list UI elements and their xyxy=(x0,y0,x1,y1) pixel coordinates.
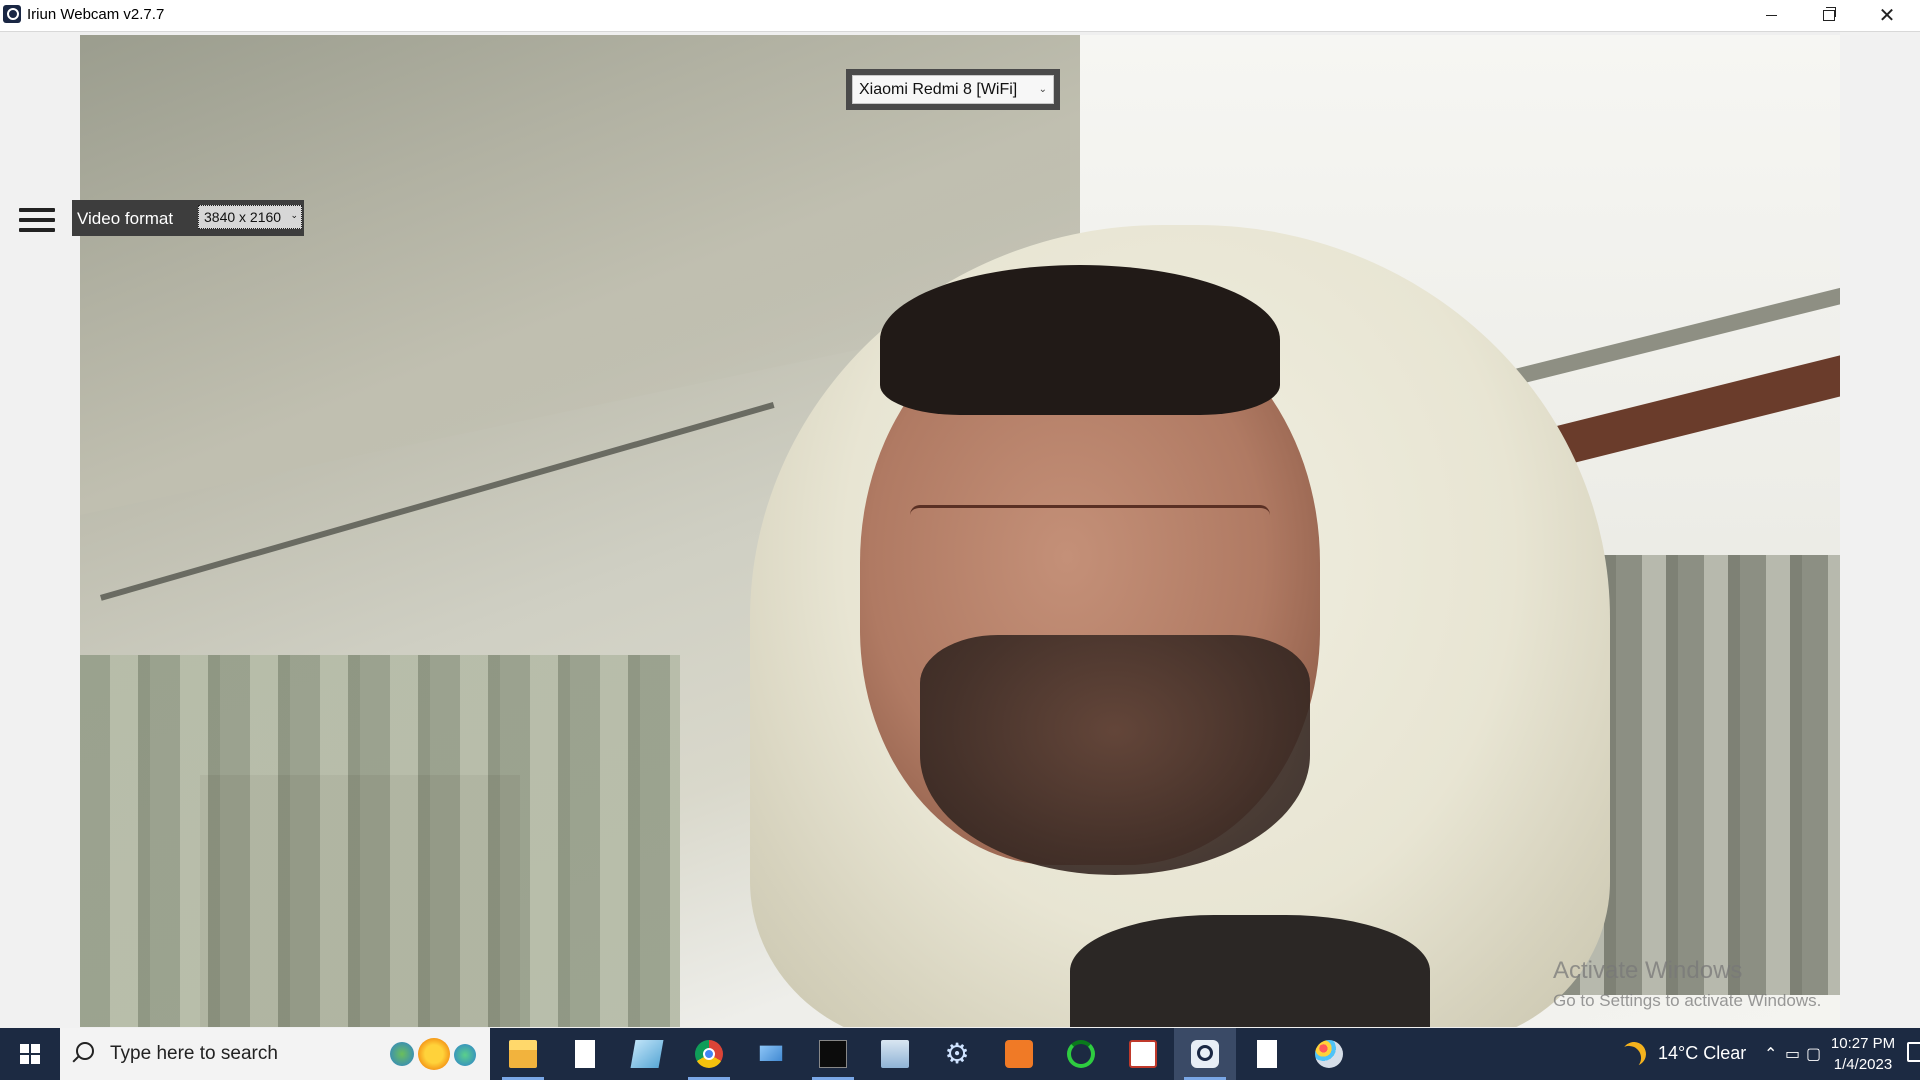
search-placeholder: Type here to search xyxy=(110,1043,278,1064)
globe-icon xyxy=(390,1042,414,1066)
watermark-title: Activate Windows xyxy=(1553,957,1743,984)
hamburger-line xyxy=(19,208,55,212)
windows-logo-icon xyxy=(20,1044,40,1064)
remote-desktop-icon xyxy=(759,1045,783,1061)
search-highlight-widget[interactable] xyxy=(390,1038,482,1070)
kate-button[interactable] xyxy=(1112,1028,1174,1080)
video-format-dropdown[interactable]: 3840 x 2160 ⌄ xyxy=(198,205,302,229)
window-title: Iriun Webcam v2.7.7 xyxy=(27,6,165,23)
device-selector: Xiaomi Redmi 8 [WiFi] ⌄ xyxy=(846,69,1060,110)
search-icon xyxy=(76,1042,94,1060)
left-margin xyxy=(0,32,80,1028)
system-tray: 14°C Clear ⌃ ▭ ▢ 10:27 PM 1/4/2023 1 xyxy=(1500,1028,1920,1080)
notepad-icon xyxy=(630,1040,664,1068)
weather-text[interactable]: 14°C Clear xyxy=(1658,1043,1746,1064)
preview-beard xyxy=(920,635,1310,875)
restore-icon xyxy=(1823,7,1836,21)
network-icon[interactable]: ▢ xyxy=(1806,1044,1821,1063)
preview-hair xyxy=(880,265,1280,415)
video-format-panel: Video format 3840 x 2160 ⌄ xyxy=(72,200,304,236)
blank-document-icon xyxy=(1257,1040,1277,1068)
taskbar-search[interactable]: Type here to search xyxy=(60,1028,490,1080)
title-bar: Iriun Webcam v2.7.7 ✕ xyxy=(0,0,1920,32)
clock-time: 10:27 PM xyxy=(1830,1035,1896,1052)
preview-shirt xyxy=(1070,915,1430,1027)
paint-button[interactable] xyxy=(1298,1028,1360,1080)
iriun-webcam-button[interactable] xyxy=(1174,1028,1236,1080)
terminal-button[interactable] xyxy=(802,1028,864,1080)
refresh-app-button[interactable] xyxy=(1050,1028,1112,1080)
moon-weather-icon[interactable] xyxy=(1619,1039,1650,1070)
kate-icon xyxy=(1129,1040,1157,1068)
file-explorer-icon xyxy=(509,1040,537,1068)
paint-icon xyxy=(1315,1040,1343,1068)
file-explorer-button[interactable] xyxy=(492,1028,554,1080)
settings-window-icon xyxy=(881,1040,909,1068)
clock[interactable]: 10:27 PM 1/4/2023 xyxy=(1828,1033,1898,1075)
wps-pdf-icon xyxy=(1005,1040,1033,1068)
hamburger-line xyxy=(19,228,55,232)
chevron-up-icon[interactable]: ⌃ xyxy=(1764,1044,1777,1063)
chrome-button[interactable] xyxy=(678,1028,740,1080)
activation-watermark: Activate Windows Go to Settings to activ… xyxy=(1553,957,1821,1011)
notepad-button[interactable] xyxy=(616,1028,678,1080)
watermark-subtitle: Go to Settings to activate Windows. xyxy=(1553,991,1822,1010)
device-dropdown[interactable]: Xiaomi Redmi 8 [WiFi] ⌄ xyxy=(852,75,1054,104)
sun-icon xyxy=(418,1038,450,1070)
battery-icon[interactable]: ▭ xyxy=(1785,1044,1800,1063)
chevron-down-icon: ⌄ xyxy=(290,211,298,221)
blank-document-button[interactable] xyxy=(1236,1028,1298,1080)
chevron-down-icon: ⌄ xyxy=(1038,84,1047,95)
minimize-icon xyxy=(1765,15,1777,16)
iriun-app-icon xyxy=(3,5,21,23)
settings-button[interactable]: ⚙ xyxy=(926,1028,988,1080)
hamburger-line xyxy=(19,218,55,222)
right-margin xyxy=(1840,32,1920,1028)
camera-preview xyxy=(80,35,1840,1027)
preview-glasses xyxy=(910,505,1270,568)
notifications-icon[interactable] xyxy=(1907,1042,1920,1062)
restore-button[interactable] xyxy=(1800,0,1858,32)
close-icon: ✕ xyxy=(1878,3,1896,27)
settings-window-button[interactable] xyxy=(864,1028,926,1080)
minimize-button[interactable] xyxy=(1742,0,1800,32)
video-format-value: 3840 x 2160 xyxy=(204,209,282,225)
document-icon xyxy=(575,1040,595,1068)
menu-button[interactable] xyxy=(19,208,55,236)
refresh-app-icon xyxy=(1067,1040,1095,1068)
video-format-label: Video format xyxy=(77,209,174,228)
taskbar: Type here to search ⚙ 14°C Clear ⌃ ▭ ▢ 1… xyxy=(0,1028,1920,1080)
document-button[interactable] xyxy=(554,1028,616,1080)
device-dropdown-value: Xiaomi Redmi 8 [WiFi] xyxy=(859,81,1018,98)
globe-icon xyxy=(454,1044,476,1066)
wps-pdf-button[interactable] xyxy=(988,1028,1050,1080)
app-client-area: Xiaomi Redmi 8 [WiFi] ⌄ Video format 384… xyxy=(0,32,1920,1028)
terminal-icon xyxy=(819,1040,847,1068)
preview-curtain-left xyxy=(80,655,680,1027)
iriun-webcam-icon xyxy=(1191,1040,1219,1068)
chrome-icon xyxy=(695,1040,723,1068)
clock-date: 1/4/2023 xyxy=(1833,1056,1893,1073)
start-button[interactable] xyxy=(0,1028,60,1080)
close-button[interactable]: ✕ xyxy=(1858,0,1916,32)
remote-desktop-button[interactable] xyxy=(740,1028,802,1080)
gear-icon: ⚙ xyxy=(944,1037,970,1070)
